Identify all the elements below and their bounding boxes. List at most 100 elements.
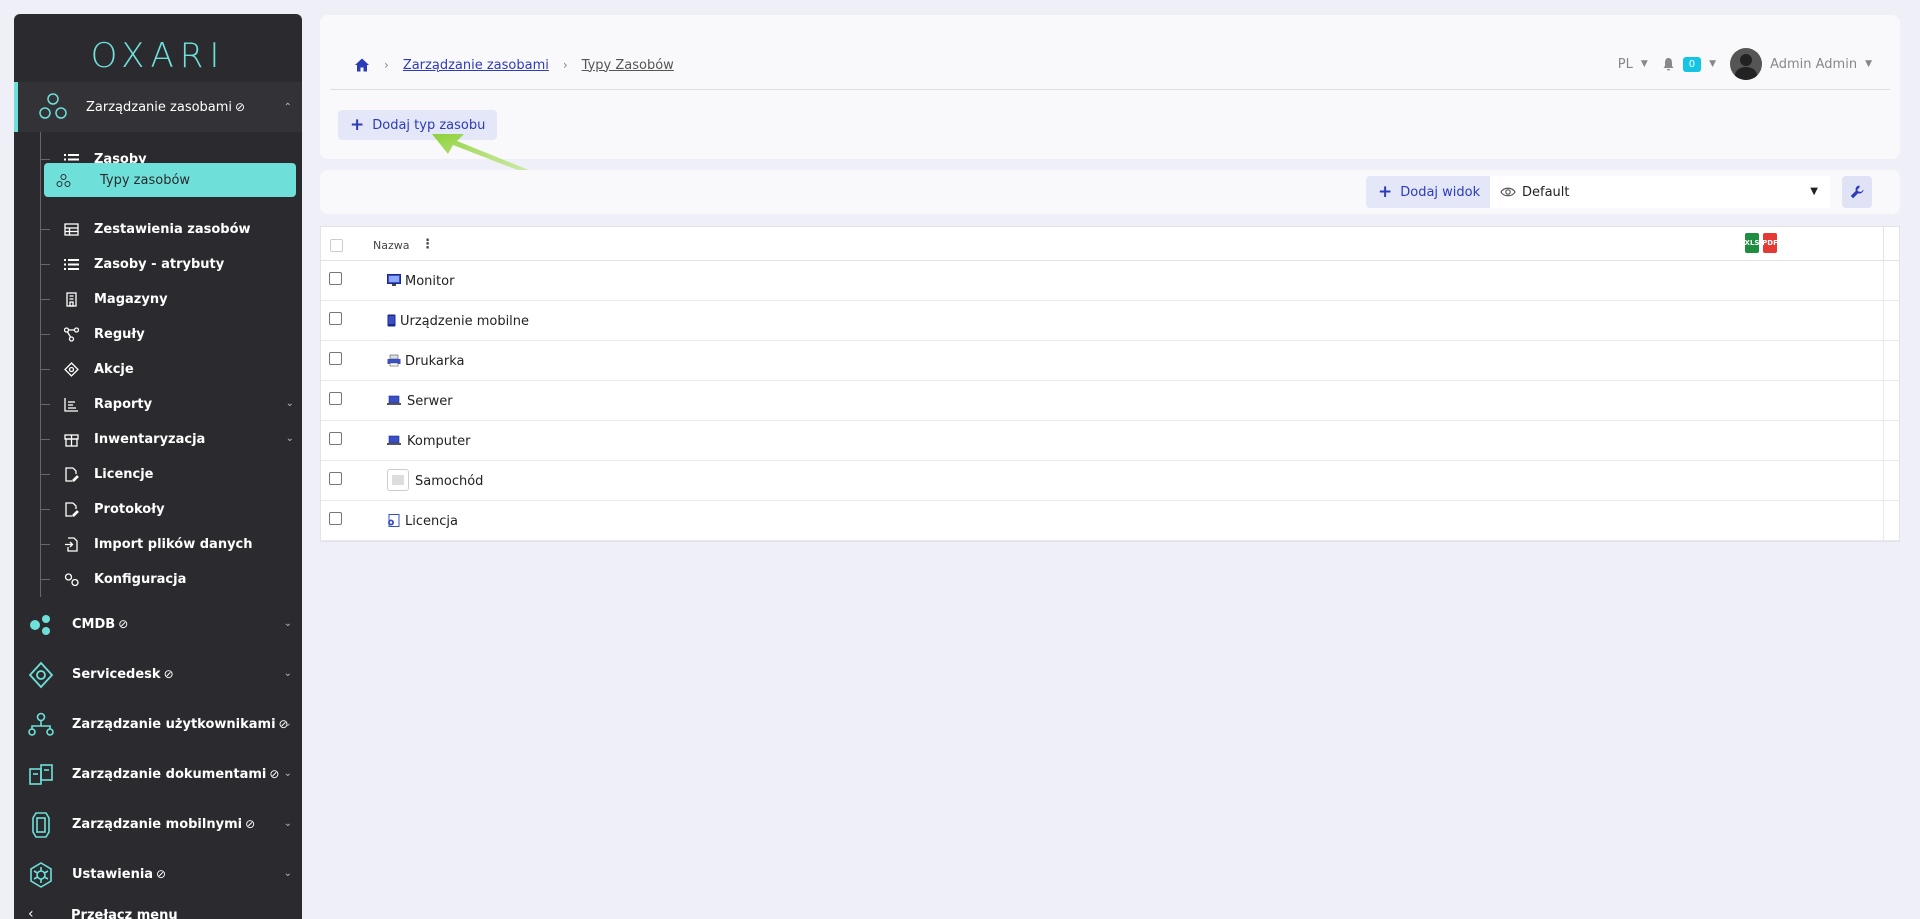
- sidebar-section-label: Ustawienia: [72, 867, 154, 882]
- sidebar-item-label: Reguły: [94, 327, 145, 342]
- chart-icon: [64, 398, 78, 412]
- sidebar-item-typy-zasobow[interactable]: Typy zasobów: [44, 163, 296, 197]
- add-view-label: Dodaj widok: [1400, 184, 1481, 200]
- doc-edit-icon: [65, 467, 79, 482]
- sidebar-item-magazyny[interactable]: Magazyny: [40, 282, 296, 316]
- sidebar-item-licencje[interactable]: Licencje: [40, 457, 296, 491]
- sidebar-item-zestawienia[interactable]: Zestawienia zasobów: [40, 212, 296, 246]
- table-row[interactable]: Licencja: [321, 501, 1899, 541]
- sidebar-section-servicedesk[interactable]: Servicedesk ⊘ ⌄: [14, 655, 302, 695]
- bell-icon[interactable]: [1662, 57, 1675, 71]
- table-row[interactable]: Drukarka: [321, 341, 1899, 381]
- app-logo: OXARI: [90, 36, 226, 76]
- mobile-icon: [32, 812, 50, 838]
- view-select[interactable]: Default ▼: [1490, 176, 1830, 208]
- caret-down-icon: ▼: [1810, 186, 1818, 197]
- table-row[interactable]: Monitor: [321, 261, 1899, 301]
- sidebar-item-reguly[interactable]: Reguły: [40, 317, 296, 351]
- sidebar-section-label: Zarządzanie mobilnymi: [72, 817, 243, 832]
- sidebar: OXARI Zarządzanie zasobami ⊘ ⌃ Zasoby Typ…: [14, 14, 302, 919]
- documents-icon: [29, 764, 53, 785]
- table-row[interactable]: Samochód: [321, 461, 1899, 501]
- user-name[interactable]: Admin Admin: [1770, 57, 1857, 72]
- sidebar-item-label: Zasoby - atrybuty: [94, 257, 225, 272]
- sidebar-item-raporty[interactable]: Raporty ⌄: [40, 387, 296, 421]
- resource-types-table: Nazwa ⋮ XLS PDF Monitor Urządzenie mobil…: [320, 226, 1900, 542]
- row-checkbox[interactable]: [329, 312, 342, 325]
- chevron-down-icon: ⌄: [285, 433, 294, 444]
- sidebar-item-label: Inwentaryzacja: [94, 432, 206, 447]
- header-actions: PL ▼ 0 ▼ Admin Admin ▼: [1618, 48, 1872, 80]
- plus-icon: +: [1378, 182, 1393, 202]
- table-row[interactable]: Urządzenie mobilne: [321, 301, 1899, 341]
- sidebar-item-label: Magazyny: [94, 292, 168, 307]
- column-menu-icon[interactable]: ⋮: [421, 237, 434, 252]
- eye-icon: [1500, 187, 1516, 197]
- phone-icon: [387, 314, 396, 327]
- sidebar-item-label: Licencje: [94, 467, 154, 482]
- notification-count-badge[interactable]: 0: [1682, 56, 1702, 72]
- row-checkbox[interactable]: [329, 352, 342, 365]
- column-header-name[interactable]: Nazwa: [373, 239, 409, 252]
- sidebar-section-cmdb[interactable]: CMDB ⊘ ⌄: [14, 605, 302, 645]
- sidebar-item-protokoly[interactable]: Protokoły: [40, 492, 296, 526]
- sidebar-item-label: Typy zasobów: [100, 173, 191, 188]
- pdf-export-icon[interactable]: PDF: [1762, 233, 1778, 253]
- breadcrumb-link-asset-management[interactable]: Zarządzanie zasobami: [403, 58, 549, 73]
- caret-down-icon[interactable]: ▼: [1865, 59, 1872, 69]
- status-check-icon: ⊘: [156, 867, 167, 881]
- graph-icon: [64, 327, 79, 342]
- table-row[interactable]: Serwer: [321, 381, 1899, 421]
- breadcrumb-current[interactable]: Typy Zasobów: [582, 58, 674, 73]
- sidebar-section-mobile[interactable]: Zarządzanie mobilnymi ⊘ ⌄: [14, 805, 302, 845]
- laptop-icon: [387, 435, 401, 445]
- row-checkbox[interactable]: [329, 392, 342, 405]
- divider: [330, 89, 1890, 90]
- chevron-down-icon: ⌄: [283, 718, 292, 729]
- gears-icon: [64, 573, 79, 587]
- nodes-icon: [56, 174, 71, 187]
- row-name: Licencja: [405, 514, 458, 529]
- row-name: Serwer: [407, 394, 453, 409]
- caret-down-icon[interactable]: ▼: [1709, 59, 1716, 69]
- row-checkbox[interactable]: [329, 272, 342, 285]
- cmdb-icon: [30, 615, 50, 635]
- home-icon[interactable]: [354, 57, 370, 73]
- sidebar-section-label: Zarządzanie dokumentami: [72, 767, 267, 782]
- import-icon: [65, 537, 78, 552]
- select-all-checkbox[interactable]: [330, 239, 343, 252]
- language-selector[interactable]: PL: [1618, 57, 1633, 72]
- table-row[interactable]: Komputer: [321, 421, 1899, 461]
- chevron-down-icon: ⌄: [283, 818, 292, 829]
- sidebar-section-documents[interactable]: Zarządzanie dokumentami ⊘ ⌄: [14, 755, 302, 795]
- status-check-icon: ⊘: [245, 817, 256, 831]
- image-placeholder-icon: [387, 469, 409, 491]
- view-settings-button[interactable]: [1842, 176, 1872, 208]
- row-checkbox[interactable]: [329, 472, 342, 485]
- add-view-button[interactable]: + Dodaj widok: [1366, 176, 1493, 208]
- sidebar-section-asset-management[interactable]: Zarządzanie zasobami ⊘ ⌃: [14, 82, 302, 132]
- chevron-right-icon: ›: [562, 58, 568, 72]
- row-checkbox[interactable]: [329, 512, 342, 525]
- avatar[interactable]: [1730, 48, 1763, 80]
- sidebar-item-akcje[interactable]: Akcje: [40, 352, 296, 386]
- nodes-icon: [39, 93, 67, 119]
- sidebar-section-users[interactable]: Zarządzanie użytkownikami ⊘ ⌄: [14, 705, 302, 745]
- row-checkbox[interactable]: [329, 432, 342, 445]
- chevron-down-icon: ⌄: [283, 868, 292, 879]
- chevron-down-icon: ⌄: [283, 768, 292, 779]
- monitor-icon: [387, 274, 401, 286]
- list-icon: [64, 259, 79, 270]
- settings-icon: [30, 862, 52, 888]
- sidebar-item-atrybuty[interactable]: Zasoby - atrybuty: [40, 247, 296, 281]
- caret-down-icon[interactable]: ▼: [1641, 59, 1648, 69]
- sidebar-item-konfiguracja[interactable]: Konfiguracja: [40, 562, 296, 596]
- sidebar-item-inwentaryzacja[interactable]: Inwentaryzacja ⌄: [40, 422, 296, 456]
- row-name: Drukarka: [405, 354, 465, 369]
- excel-export-icon[interactable]: XLS: [1745, 233, 1759, 253]
- sidebar-section-label: Zarządzanie zasobami: [86, 100, 233, 115]
- toggle-menu-button[interactable]: ‹ Przełącz menu: [14, 898, 302, 919]
- sidebar-section-settings[interactable]: Ustawienia ⊘ ⌄: [14, 855, 302, 895]
- sidebar-item-import[interactable]: Import plików danych: [40, 527, 296, 561]
- row-name: Komputer: [407, 434, 471, 449]
